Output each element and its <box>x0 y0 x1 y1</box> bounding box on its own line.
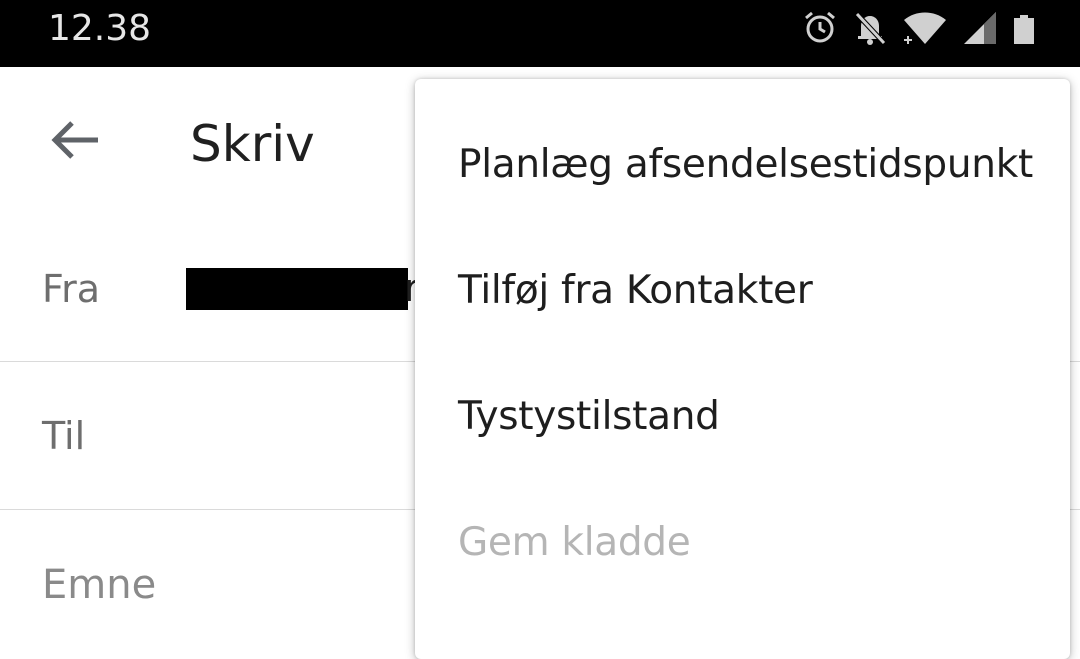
battery-icon <box>1012 10 1036 46</box>
menu-item-save-draft[interactable]: Gem kladde <box>415 479 1070 605</box>
status-time: 12.38 <box>48 8 152 49</box>
subject-label: Emne <box>42 562 157 608</box>
notifications-off-icon <box>852 10 888 46</box>
to-label: Til <box>42 414 86 458</box>
from-label: Fra <box>42 267 101 311</box>
status-bar: 12.38 <box>0 0 1080 67</box>
alarm-icon <box>802 10 838 46</box>
menu-item-add-from-contacts[interactable]: Tilføj fra Kontakter <box>415 227 1070 353</box>
page-title: Skriv <box>190 115 315 173</box>
redacted-sender <box>186 268 408 310</box>
menu-item-confidential-mode[interactable]: Tystystilstand <box>415 353 1070 479</box>
wifi-icon <box>902 10 948 46</box>
menu-item-schedule-send[interactable]: Planlæg afsendelsestidspunkt <box>415 101 1070 227</box>
status-icons <box>802 10 1036 46</box>
signal-icon <box>962 10 998 46</box>
arrow-back-icon[interactable] <box>48 117 102 163</box>
overflow-menu: Planlæg afsendelsestidspunkt Tilføj fra … <box>415 79 1070 659</box>
